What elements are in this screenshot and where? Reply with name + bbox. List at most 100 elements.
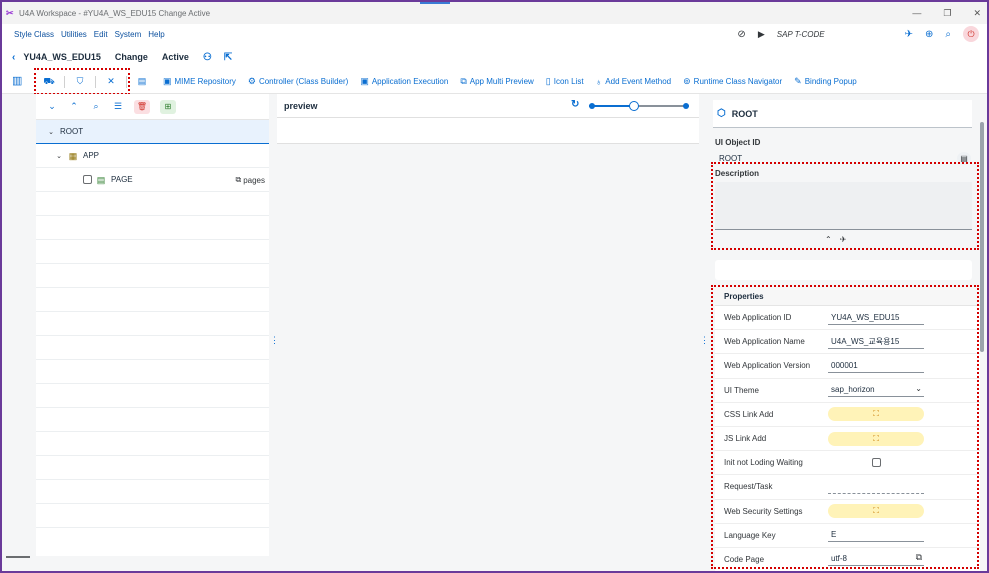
- layout-toggle-icon[interactable]: ▥: [12, 75, 25, 88]
- init-waiting-checkbox[interactable]: [872, 458, 881, 468]
- minimize-button[interactable]: —: [912, 8, 921, 18]
- menu-utilities[interactable]: Utilities: [61, 30, 87, 39]
- page-node-icon: ▤: [96, 174, 106, 185]
- code-page-field[interactable]: utf-8 ⧉: [828, 552, 924, 567]
- tree-node-app[interactable]: ⌄ ▦ APP: [36, 144, 269, 168]
- tree-node-root[interactable]: ⌄ ROOT: [36, 120, 269, 144]
- prop-name: CSS Link Add: [724, 409, 774, 419]
- preview-canvas-top: [277, 118, 699, 144]
- app-multi-preview-button[interactable]: ⧉ App Multi Preview: [460, 76, 533, 87]
- tools-icon[interactable]: ✕: [104, 76, 118, 87]
- preview-title: preview: [284, 100, 318, 111]
- menu-edit[interactable]: Edit: [94, 30, 108, 39]
- mime-repository-button[interactable]: ▣ MIME Repository: [163, 76, 236, 87]
- tree-list-icon[interactable]: ☰: [112, 101, 124, 112]
- zoom-fill: [589, 105, 634, 107]
- delete-node-button[interactable]: 🗑: [134, 99, 150, 114]
- pin-icon[interactable]: ✈: [905, 29, 913, 40]
- add-node-button[interactable]: ⊞: [160, 99, 176, 114]
- root-object-icon: ⬡: [717, 108, 726, 119]
- tree-node-label: ROOT: [60, 127, 84, 136]
- class-builder-icon: ⚙: [247, 76, 256, 86]
- icon-list-button[interactable]: ▯ Icon List: [546, 76, 584, 87]
- ui-tree-panel: ⌄ ⌃ ⌕ ☰ 🗑 ⊞ ⌄ ROOT ⌄ ▦ APP ▤ PAGE ⧉ pages: [36, 94, 269, 556]
- refresh-icon[interactable]: ↻: [571, 99, 579, 110]
- request-task-field[interactable]: [828, 480, 924, 494]
- binding-popup-button[interactable]: ✎ Binding Popup: [794, 76, 857, 87]
- menu-help[interactable]: Help: [148, 30, 164, 39]
- menu-system[interactable]: System: [115, 30, 142, 39]
- prop-input[interactable]: YU4A_WS_EDU15: [828, 311, 924, 325]
- expand-all-icon[interactable]: ⌄: [46, 101, 58, 112]
- object-name: ROOT: [731, 108, 758, 119]
- copy-icon[interactable]: ⧉: [916, 552, 922, 563]
- ui-theme-select[interactable]: sap_horizon ⌄: [828, 383, 924, 398]
- tree-node-page[interactable]: ▤ PAGE ⧉ pages: [36, 168, 269, 192]
- search-icon[interactable]: ⌕: [945, 29, 951, 40]
- tree-empty-row: [36, 384, 269, 408]
- web-security-settings-button[interactable]: ⛶: [828, 504, 924, 519]
- image-icon: ▣: [163, 76, 172, 86]
- prop-row-language-key: Language Key E: [715, 524, 980, 548]
- right-splitter-handle[interactable]: ⋮: [700, 335, 709, 346]
- left-splitter-handle[interactable]: ⋮: [270, 335, 279, 346]
- shield-icon[interactable]: ⛉: [73, 76, 87, 87]
- add-event-method-button[interactable]: ♁ Add Event Method: [596, 77, 672, 87]
- window-title: U4A Workspace - #YU4A_WS_EDU15 Change Ac…: [19, 8, 211, 18]
- caret-down-icon[interactable]: ⌄: [46, 128, 56, 136]
- close-window-button[interactable]: ✕: [973, 8, 981, 19]
- gutter-scroll-indicator: [6, 556, 30, 558]
- preview-header: preview ↻: [277, 94, 699, 118]
- aggregation-icon: ⧉: [235, 175, 242, 184]
- search-icon[interactable]: ⌕: [90, 101, 102, 112]
- application-execution-button[interactable]: ▣ Application Execution: [360, 76, 448, 87]
- execute-icon: ▣: [360, 76, 369, 86]
- maximize-button[interactable]: ❐: [943, 8, 951, 19]
- css-link-add-button[interactable]: ⛶: [828, 407, 924, 422]
- collapse-up-icon[interactable]: ⌃: [825, 235, 832, 244]
- collapse-all-icon[interactable]: ⌃: [68, 101, 80, 112]
- tree-empty-row: [36, 240, 269, 264]
- pin-icon[interactable]: ✈: [840, 235, 847, 244]
- zoom-in-icon[interactable]: ⊕: [925, 29, 933, 40]
- hide-icon[interactable]: ⊘: [737, 29, 745, 40]
- tree-toolbar: ⌄ ⌃ ⌕ ☰ 🗑 ⊞: [36, 94, 269, 120]
- tcode-icon: ▶: [757, 28, 765, 39]
- chevron-down-icon: ⌄: [915, 384, 922, 394]
- add-event-icon: ♁: [595, 76, 603, 87]
- prop-input[interactable]: U4A_WS_교육용15: [828, 335, 924, 349]
- back-icon[interactable]: ‹: [12, 52, 15, 63]
- copy-id-button[interactable]: ▤: [957, 152, 971, 165]
- tree-node-label: APP: [83, 151, 100, 160]
- tree-empty-row: [36, 504, 269, 528]
- main-toolbar: ▥ ⛟ ⛉ ✕ ▤ ▣ MIME Repository ⚙ Controller (…: [2, 70, 987, 94]
- save-icon[interactable]: ▤: [135, 76, 149, 87]
- inspector-scrollbar[interactable]: [980, 122, 984, 352]
- trash-icon: 🗑: [136, 102, 148, 111]
- prop-input[interactable]: 000001: [828, 359, 924, 373]
- transport-icon[interactable]: ⛟: [42, 76, 56, 88]
- page-checkbox[interactable]: [83, 175, 92, 184]
- binding-icon: ✎: [794, 76, 802, 86]
- external-link-icon[interactable]: ⇱: [224, 52, 232, 63]
- copy-icon: ▤: [960, 154, 968, 163]
- js-link-add-button[interactable]: ⛶: [828, 431, 924, 446]
- mode-label: Change: [114, 52, 148, 62]
- ui-object-id-label: UI Object ID: [715, 138, 761, 147]
- prop-row-init-waiting: Init not Loding Waiting: [715, 451, 980, 476]
- object-header: ⬡ ROOT: [713, 100, 972, 128]
- runtime-class-navigator-button[interactable]: ⊚ Runtime Class Navigator: [683, 76, 782, 87]
- prop-row-js-link: JS Link Add ⛶: [715, 427, 980, 452]
- sap-tcode-input[interactable]: SAP T-CODE: [777, 30, 825, 39]
- zoom-slider[interactable]: ↻: [571, 99, 689, 111]
- menu-style-class[interactable]: Style Class: [14, 30, 54, 39]
- toolbar-separator: [126, 75, 127, 88]
- controller-class-builder-button[interactable]: ⚙ Controller (Class Builder): [248, 76, 348, 87]
- description-textarea[interactable]: [715, 182, 972, 230]
- zoom-handle[interactable]: [629, 101, 639, 111]
- power-button[interactable]: ⏻: [963, 26, 979, 42]
- prop-input[interactable]: E: [828, 528, 924, 543]
- gamepad-icon[interactable]: ⚇: [203, 52, 212, 63]
- tree-empty-row: [36, 336, 269, 360]
- caret-down-icon[interactable]: ⌄: [54, 152, 64, 160]
